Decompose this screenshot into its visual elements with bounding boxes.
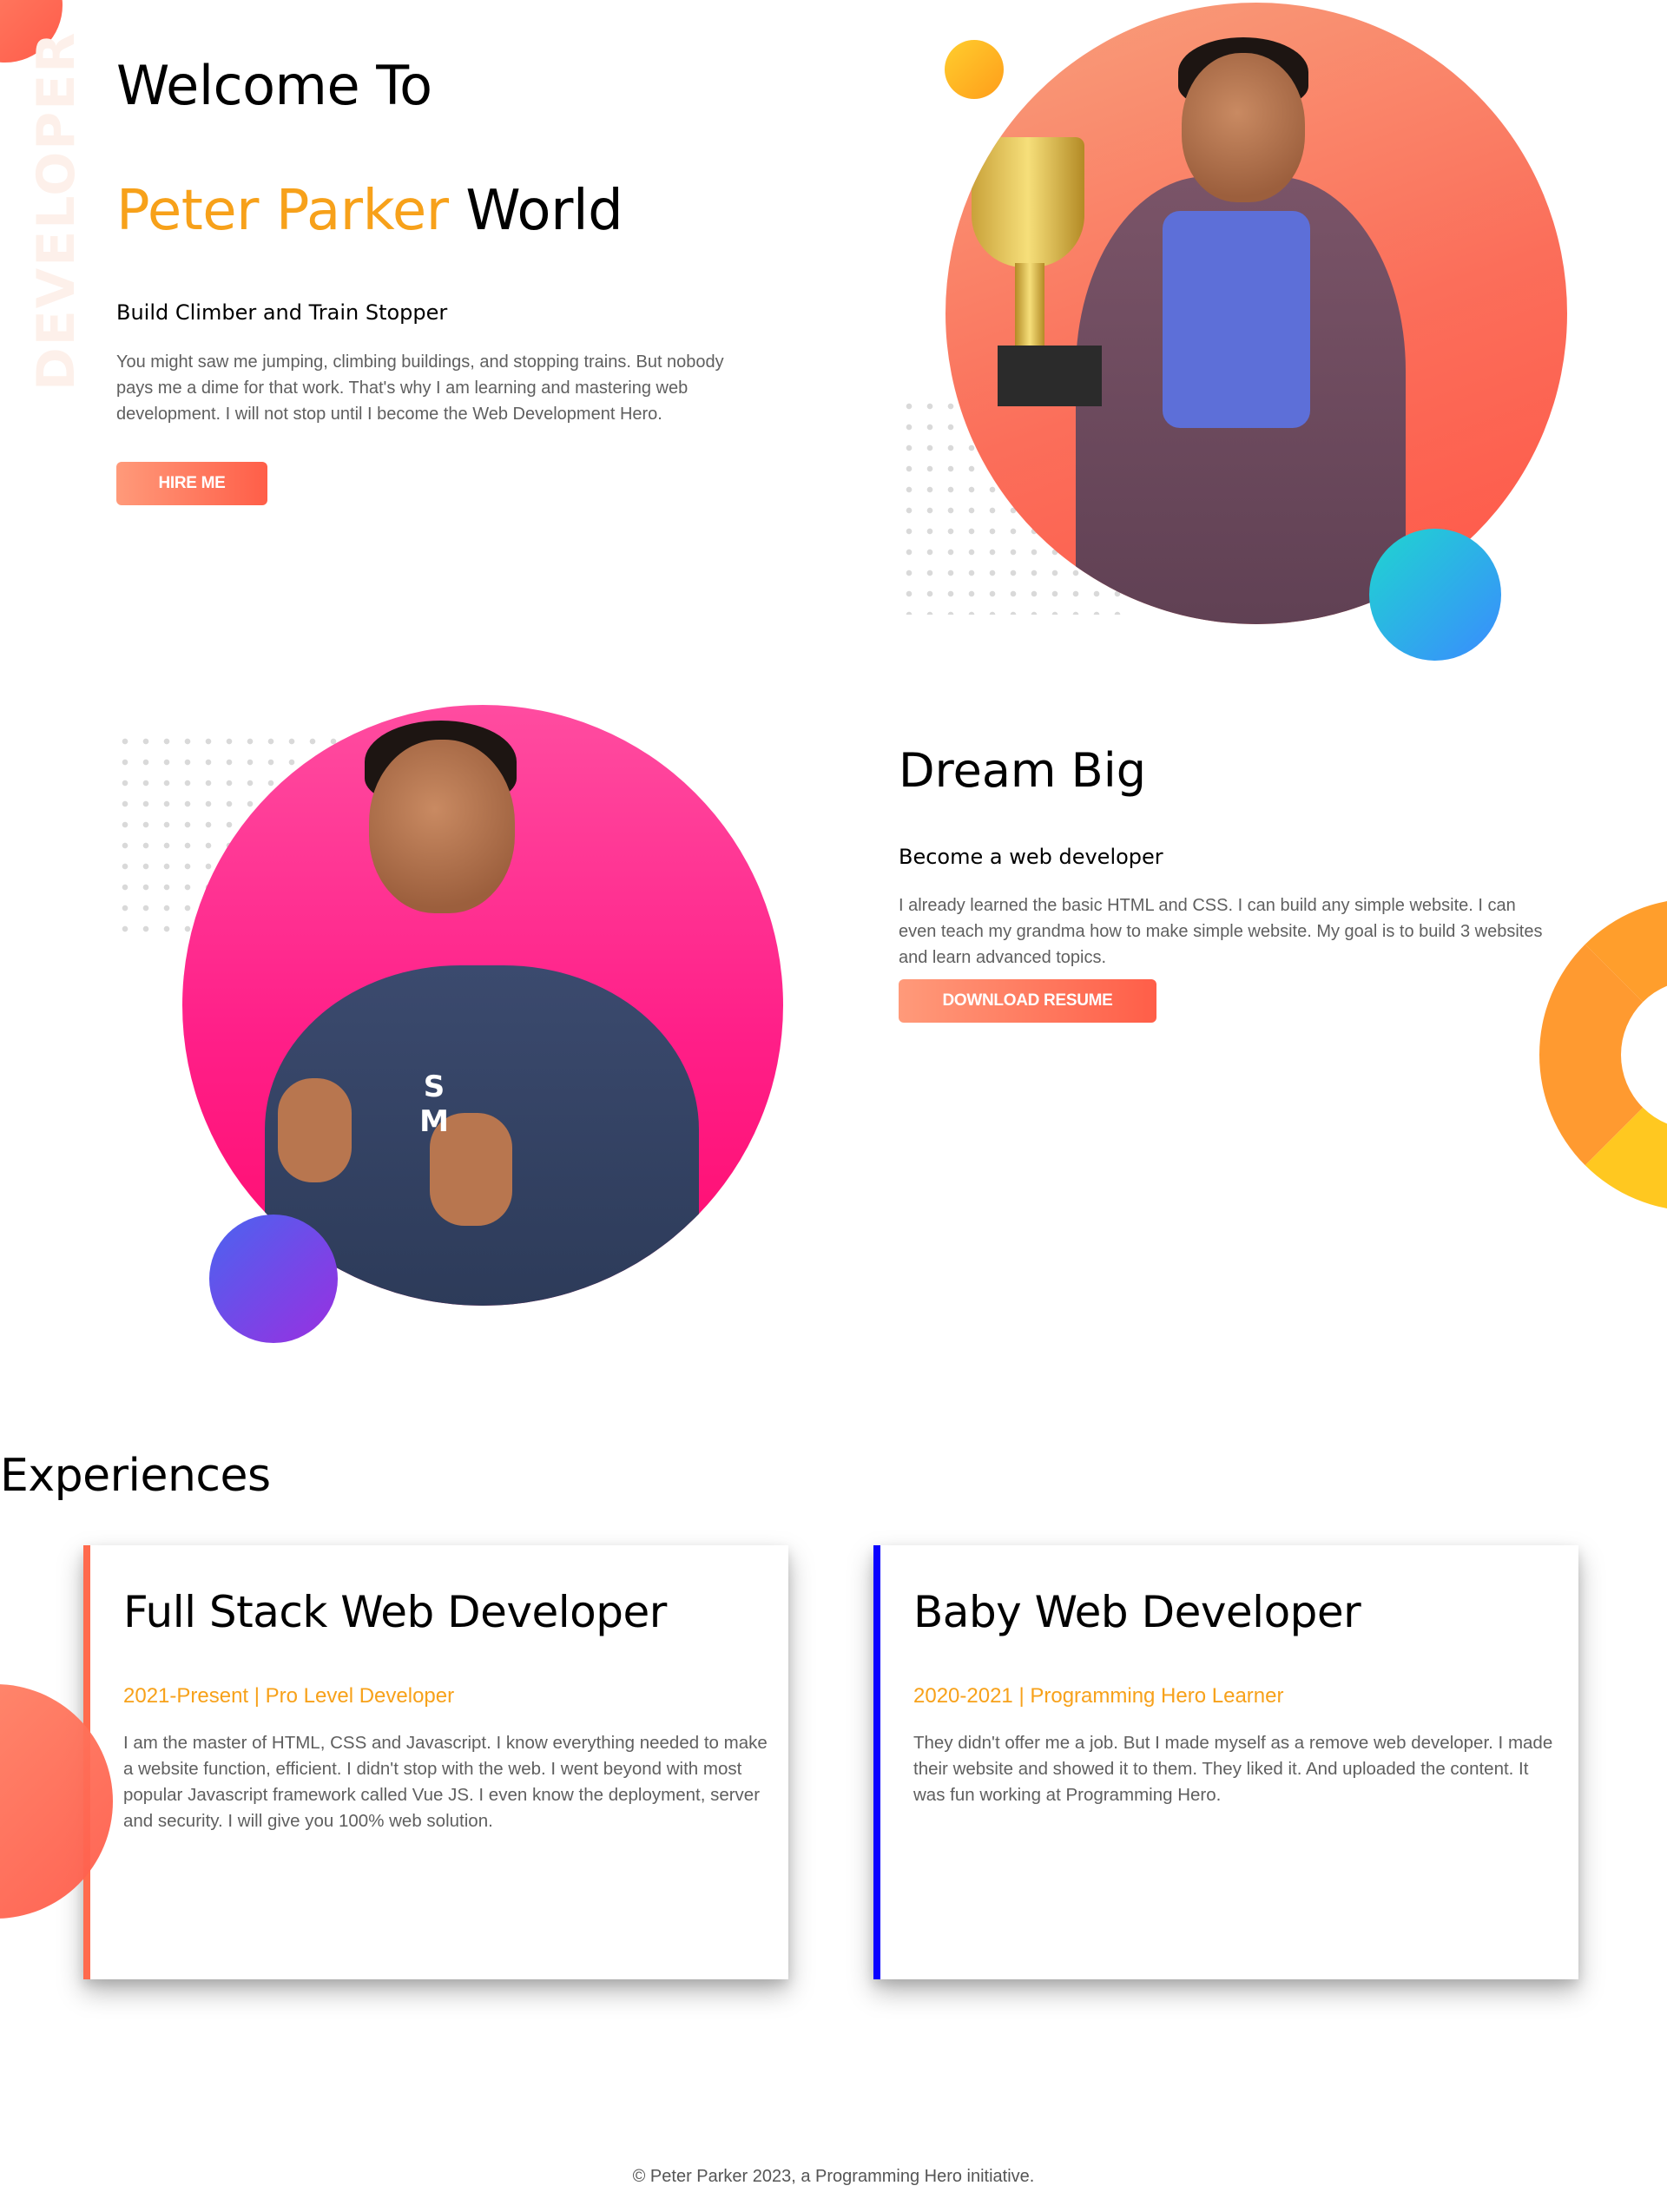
person-face	[1182, 53, 1305, 202]
person-shirt	[1163, 211, 1310, 428]
trophy-base	[998, 346, 1102, 406]
vertical-developer-text: DEVELOPER	[26, 30, 87, 391]
experience-period: 2021-Present | Pro Level Developer	[123, 1684, 455, 1708]
footer-text: © Peter Parker 2023, a Programming Hero …	[632, 2167, 1035, 2186]
portfolio-page: DEVELOPER Welcome To Peter Parker World …	[0, 0, 1667, 2212]
thumb-left	[278, 1078, 352, 1182]
experience-card: Full Stack Web Developer 2021-Present | …	[83, 1545, 788, 1979]
experience-title: Full Stack Web Developer	[123, 1587, 667, 1637]
decorative-circle-orange	[945, 40, 1004, 99]
card-accent-bar	[873, 1545, 880, 1979]
welcome-heading: Welcome To	[116, 54, 432, 117]
shirt-logo: S M	[419, 1070, 449, 1139]
dream-subtitle: Become a web developer	[899, 845, 1163, 869]
person-face	[369, 740, 515, 913]
name-heading: Peter Parker World	[116, 179, 623, 243]
experience-title: Baby Web Developer	[913, 1587, 1361, 1637]
experience-card: Baby Web Developer 2020-2021 | Programmi…	[873, 1545, 1578, 1979]
decorative-ring-orange	[1539, 899, 1667, 1211]
trophy-stem	[1015, 263, 1044, 350]
experience-description: I am the master of HTML, CSS and Javascr…	[123, 1733, 768, 1831]
dream-heading: Dream Big	[899, 743, 1147, 798]
hero-photo-trophy	[946, 3, 1567, 624]
decorative-circle-cyan	[1369, 529, 1501, 661]
experiences-heading: Experiences	[0, 1450, 271, 1502]
experience-period: 2020-2021 | Programming Hero Learner	[913, 1684, 1284, 1708]
hero-paragraph: You might saw me jumping, climbing build…	[116, 352, 724, 424]
experience-description: They didn't offer me a job. But I made m…	[913, 1733, 1553, 1805]
download-resume-button[interactable]: DOWNLOAD RESUME	[899, 979, 1156, 1023]
dream-paragraph: I already learned the basic HTML and CSS…	[899, 896, 1543, 967]
hire-me-button[interactable]: HIRE ME	[116, 462, 267, 505]
hero-subtitle: Build Climber and Train Stopper	[116, 300, 448, 325]
decorative-circle-purple	[209, 1215, 338, 1343]
name-accent: Peter Parker	[116, 179, 449, 243]
name-rest: World	[448, 179, 623, 243]
trophy-cup	[972, 137, 1084, 267]
